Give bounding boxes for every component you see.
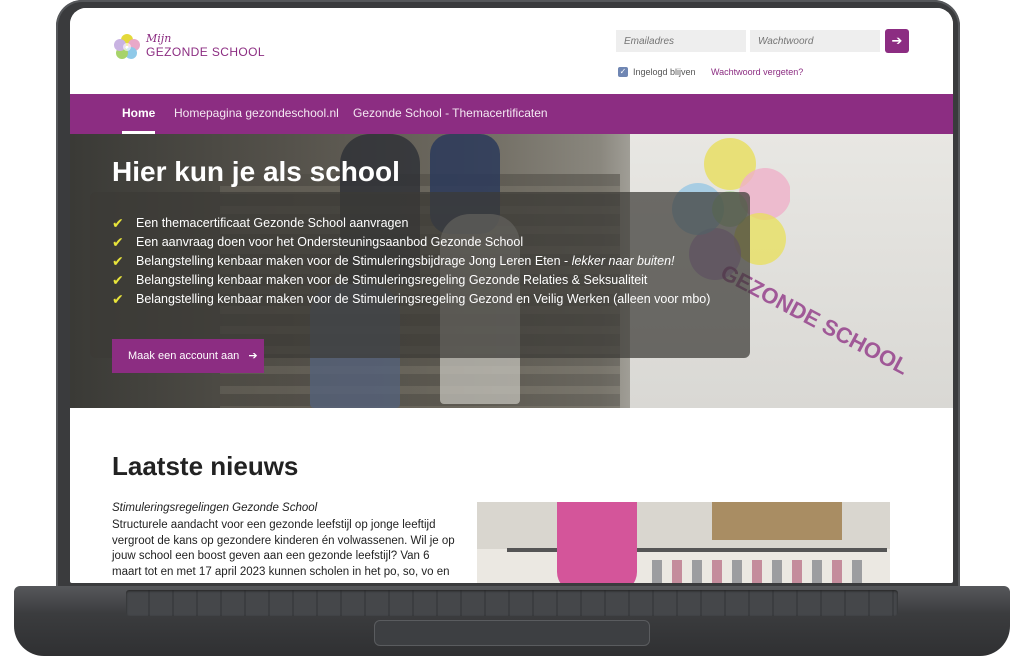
hero-title: Hier kun je als school xyxy=(112,156,400,187)
nav-item-homepagina[interactable]: Homepagina gezondeschool.nl xyxy=(174,94,339,134)
news-item-image[interactable] xyxy=(477,502,890,583)
list-item: ✔ Een themacertificaat Gezonde School aan… xyxy=(112,214,710,233)
flower-logo-icon xyxy=(114,34,140,59)
image-board xyxy=(712,502,842,540)
forgot-password-link[interactable]: Wachtwoord vergeten? xyxy=(711,67,803,77)
hero-list: ✔ Een themacertificaat Gezonde School aan… xyxy=(112,214,710,309)
checkmark-icon: ✔ xyxy=(112,234,124,250)
news-heading: Laatste nieuws xyxy=(112,451,299,481)
list-item: ✔ Belangstelling kenbaar maken voor de St… xyxy=(112,252,710,271)
laptop-trackpad xyxy=(374,620,650,646)
main-nav: Home Homepagina gezondeschool.nl Gezonde… xyxy=(70,94,953,134)
logo[interactable]: Mijn GEZONDE SCHOOL xyxy=(112,32,292,68)
checkmark-icon: ✔ xyxy=(112,215,124,231)
list-item-text: Belangstelling kenbaar maken voor de Sti… xyxy=(136,254,572,268)
remember-checkbox[interactable]: ✓ xyxy=(618,67,628,77)
site-header: Mijn GEZONDE SCHOOL ➔ ✓ Ingelogd blijven… xyxy=(70,8,953,94)
checkmark-icon: ✔ xyxy=(112,272,124,288)
news-item-text: Structurele aandacht voor een gezonde le… xyxy=(112,519,455,578)
arrow-right-icon: ➔ xyxy=(248,350,258,362)
create-account-button[interactable]: Maak een account aan ➔ xyxy=(112,339,264,373)
create-account-label: Maak een account aan xyxy=(128,350,240,362)
remember-me[interactable]: ✓ Ingelogd blijven xyxy=(618,67,696,77)
list-item-text: Belangstelling kenbaar maken voor de Sti… xyxy=(136,292,711,306)
news-item-title[interactable]: Stimuleringsregelingen Gezonde School xyxy=(112,502,317,514)
remember-label: Ingelogd blijven xyxy=(633,67,696,77)
list-item-text: Een themacertificaat Gezonde School aanv… xyxy=(136,216,409,230)
list-item-text: Belangstelling kenbaar maken voor de Sti… xyxy=(136,273,648,287)
list-item-emphasis: lekker naar buiten! xyxy=(571,254,675,268)
list-item-text: Een aanvraag doen voor het Ondersteuning… xyxy=(136,235,524,249)
arrow-right-icon: ➔ xyxy=(891,33,903,48)
login-submit-button[interactable]: ➔ xyxy=(885,29,909,53)
checkmark-icon: ✔ xyxy=(112,253,124,269)
password-field[interactable] xyxy=(750,30,880,52)
laptop-base xyxy=(14,586,1010,656)
laptop-keyboard xyxy=(126,590,898,616)
list-item: ✔ Een aanvraag doen voor het Ondersteunin… xyxy=(112,233,710,252)
nav-item-themacertificaten[interactable]: Gezonde School - Themacertificaten xyxy=(353,94,548,134)
image-bottles xyxy=(652,560,872,583)
logo-name-text: GEZONDE SCHOOL xyxy=(146,45,265,59)
hero: GEZONDE SCHOOL Hier kun je als school ✔ E… xyxy=(70,134,953,408)
email-field[interactable] xyxy=(616,30,746,52)
logo-mijn-text: Mijn xyxy=(146,32,172,45)
list-item: ✔ Belangstelling kenbaar maken voor de St… xyxy=(112,290,710,309)
image-person xyxy=(557,502,637,583)
nav-item-home[interactable]: Home xyxy=(122,94,156,134)
laptop-screen: Mijn GEZONDE SCHOOL ➔ ✓ Ingelogd blijven… xyxy=(70,8,953,583)
checkmark-icon: ✔ xyxy=(112,291,124,307)
list-item: ✔ Belangstelling kenbaar maken voor de St… xyxy=(112,271,710,290)
